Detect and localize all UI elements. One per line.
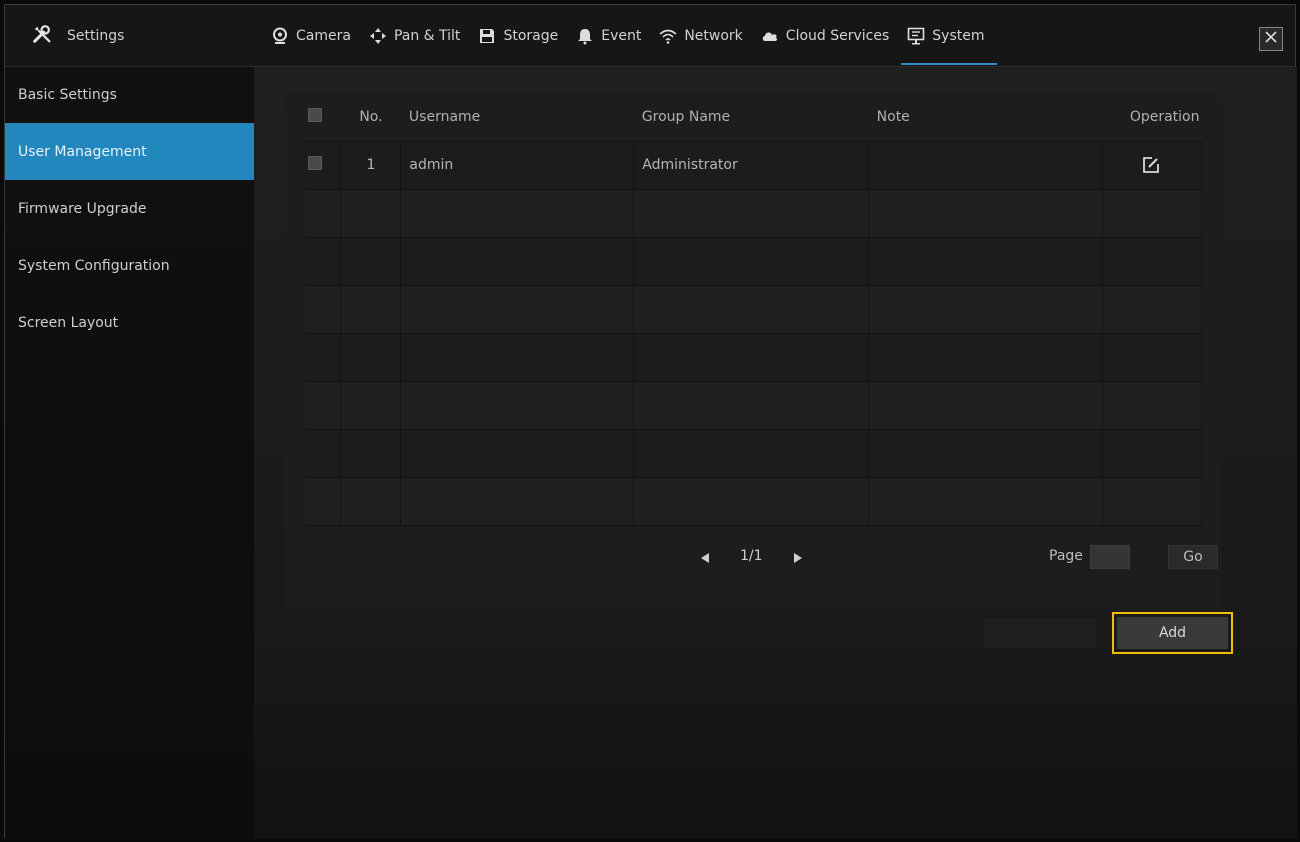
tab-camera[interactable]: Camera — [271, 5, 351, 67]
page-indicator: 1/1 — [740, 548, 763, 564]
column-header-group: Group Name — [633, 93, 869, 142]
tab-storage[interactable]: Storage — [478, 5, 558, 67]
next-page-icon[interactable] — [794, 553, 802, 563]
add-button-highlight: Add — [1112, 612, 1233, 654]
table-row — [305, 333, 1203, 382]
tab-label: Pan & Tilt — [393, 28, 461, 44]
column-header-no: No. — [340, 93, 401, 142]
add-button[interactable]: Add — [1117, 617, 1228, 649]
page-label: Page — [1049, 548, 1083, 564]
table-row — [305, 429, 1203, 478]
tab-network[interactable]: Network — [659, 5, 743, 67]
go-button[interactable]: Go — [1168, 545, 1218, 569]
wifi-icon — [659, 27, 677, 45]
app-title: Settings — [67, 28, 125, 44]
cell-no: 1 — [340, 141, 402, 190]
pan-tilt-icon — [369, 27, 387, 45]
delete-button[interactable] — [984, 618, 1096, 648]
row-select-cell — [305, 141, 342, 190]
table-row — [305, 381, 1203, 430]
tab-label: Event — [601, 28, 642, 44]
sidebar-item-system-configuration[interactable]: System Configuration — [5, 237, 254, 294]
table-row: 1 admin Administrator — [305, 141, 1203, 190]
table-row — [305, 189, 1203, 238]
cell-group: Administrator — [633, 141, 870, 190]
tab-pan-tilt[interactable]: Pan & Tilt — [369, 5, 460, 67]
sidebar-item-label: Firmware Upgrade — [18, 200, 147, 217]
monitor-icon — [907, 27, 925, 45]
close-button[interactable] — [1259, 27, 1283, 51]
tab-event[interactable]: Event — [576, 5, 641, 67]
settings-window: Settings Camera Pan & Tilt Storage Event — [4, 4, 1297, 839]
main-content: No. Username Group Name Note Operation 1… — [254, 67, 1297, 839]
storage-icon — [478, 27, 496, 45]
tab-label: Network — [684, 28, 743, 44]
sidebar-item-user-management[interactable]: User Management — [5, 123, 254, 180]
table-row — [305, 285, 1203, 334]
close-icon — [1263, 29, 1279, 49]
sidebar-item-screen-layout[interactable]: Screen Layout — [5, 294, 254, 351]
main-tabs: Camera Pan & Tilt Storage Event Network … — [271, 5, 1003, 67]
previous-page-icon[interactable] — [701, 553, 709, 563]
tab-cloud-services[interactable]: Cloud Services — [761, 5, 889, 67]
bell-icon — [576, 27, 594, 45]
tab-label: System — [932, 28, 985, 44]
column-header-note: Note — [868, 93, 1103, 142]
sidebar-item-label: Basic Settings — [18, 87, 117, 103]
cell-username: admin — [400, 141, 635, 190]
tab-label: Camera — [296, 28, 351, 44]
camera-icon — [271, 27, 289, 45]
user-table-panel: No. Username Group Name Note Operation 1… — [285, 93, 1221, 607]
tab-system[interactable]: System — [901, 5, 997, 67]
pagination: 1/1 Page Go — [285, 533, 1221, 583]
sidebar-item-basic-settings[interactable]: Basic Settings — [5, 67, 254, 123]
column-header-operation: Operation — [1102, 93, 1202, 142]
cell-note — [868, 141, 1103, 190]
table-header-row: No. Username Group Name Note Operation — [305, 93, 1202, 142]
tab-label: Storage — [503, 28, 559, 44]
select-all-checkbox[interactable] — [308, 107, 322, 122]
table-row — [305, 477, 1203, 526]
cell-operation — [1102, 141, 1203, 190]
select-all-cell — [305, 93, 341, 142]
table-row — [305, 237, 1203, 286]
cloud-icon — [761, 27, 779, 45]
sidebar-item-label: Screen Layout — [18, 314, 119, 331]
row-checkbox[interactable] — [308, 156, 322, 170]
sidebar-item-label: System Configuration — [18, 257, 170, 274]
edit-icon[interactable] — [1142, 156, 1160, 174]
sidebar: Basic Settings User Management Firmware … — [5, 67, 254, 839]
settings-title: Settings — [31, 23, 124, 49]
sidebar-item-label: User Management — [18, 143, 147, 160]
tools-icon — [31, 23, 53, 49]
top-bar: Settings Camera Pan & Tilt Storage Event — [5, 5, 1295, 67]
sidebar-item-firmware-upgrade[interactable]: Firmware Upgrade — [5, 180, 254, 237]
user-table: No. Username Group Name Note Operation 1… — [305, 93, 1203, 526]
column-header-username: Username — [400, 93, 634, 142]
page-number-input[interactable] — [1090, 545, 1130, 569]
tab-label: Cloud Services — [785, 28, 890, 44]
